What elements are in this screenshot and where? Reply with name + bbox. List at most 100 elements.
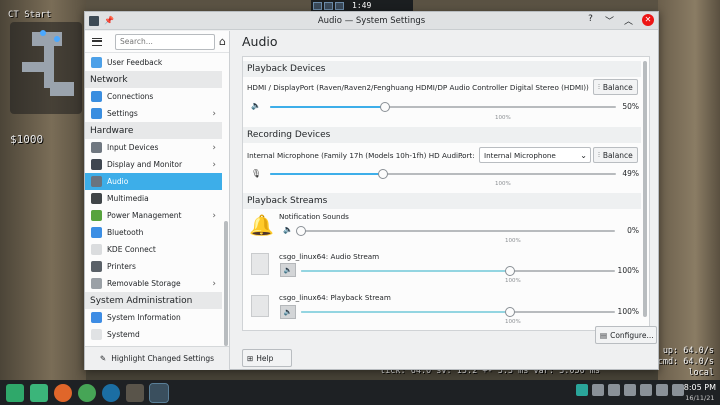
sidebar-item-label: Display and Monitor bbox=[107, 160, 183, 169]
taskbar-clock[interactable]: 8:05 PM 16/11/21 bbox=[684, 383, 716, 403]
port-label: Port: bbox=[458, 151, 475, 160]
sidebar-item-power-management[interactable]: Power Management › bbox=[85, 207, 222, 224]
port-select[interactable]: Internal Microphone ⌄ bbox=[479, 147, 591, 163]
speaker-icon[interactable]: 🔈 bbox=[251, 101, 261, 110]
search-input[interactable] bbox=[115, 33, 215, 50]
sidebar-item-display-and-monitor[interactable]: Display and Monitor › bbox=[85, 156, 222, 173]
sidebar-item-printers[interactable]: Printers bbox=[85, 258, 222, 275]
microphone-icon[interactable]: 🎙 bbox=[251, 169, 261, 178]
tray-volume-icon[interactable] bbox=[608, 384, 620, 396]
sidebar-item-connections[interactable]: Connections bbox=[85, 88, 222, 105]
sidebar-item-bluetooth[interactable]: Bluetooth bbox=[85, 224, 222, 241]
sidebar-item-user-feedback[interactable]: User Feedback bbox=[85, 54, 222, 71]
stream-volume-slider[interactable] bbox=[296, 226, 615, 236]
balance-icon: ⫶ bbox=[598, 150, 600, 159]
minimize-icon[interactable]: ﹀ bbox=[604, 14, 615, 27]
highlight-changed-settings-button[interactable]: ✎ Highlight Changed Settings bbox=[85, 346, 229, 370]
input-devices-icon bbox=[91, 142, 102, 153]
chevron-right-icon: › bbox=[212, 210, 216, 221]
tray-network-icon[interactable] bbox=[624, 384, 636, 396]
kde-connect-icon bbox=[91, 244, 102, 255]
stream-app-icon bbox=[251, 253, 269, 275]
audio-icon bbox=[91, 176, 102, 187]
stream-name: Notification Sounds bbox=[279, 212, 349, 221]
slider-handle[interactable] bbox=[380, 102, 391, 112]
multimedia-icon bbox=[91, 193, 102, 204]
close-icon[interactable]: ✕ bbox=[642, 14, 654, 26]
system-settings-task-icon[interactable] bbox=[149, 382, 169, 403]
sidebar-category: System Administration bbox=[85, 292, 222, 309]
stream-100-tick: 100% bbox=[505, 278, 521, 284]
browser-icon[interactable] bbox=[78, 383, 96, 402]
tray-screen-icon[interactable] bbox=[592, 384, 604, 396]
game-ct-start-label: CT Start bbox=[8, 10, 52, 20]
sidebar-item-label: Removable Storage bbox=[107, 279, 181, 288]
slider-handle[interactable] bbox=[505, 307, 516, 317]
sidebar-item-audio[interactable]: Audio bbox=[85, 173, 222, 190]
slider-handle[interactable] bbox=[378, 169, 389, 179]
sidebar-item-label: Systemd bbox=[107, 330, 140, 339]
playback-balance-button[interactable]: ⫶ Balance bbox=[593, 79, 638, 95]
sidebar-item-label: Bluetooth bbox=[107, 228, 144, 237]
chevron-right-icon: › bbox=[212, 142, 216, 153]
pager-icon[interactable] bbox=[313, 1, 322, 10]
sidebar-item-system-information[interactable]: System Information bbox=[85, 309, 222, 326]
slider-handle[interactable] bbox=[505, 266, 516, 276]
mute-icon[interactable]: 🔈 bbox=[280, 263, 296, 277]
home-icon[interactable]: ⌂ bbox=[219, 35, 226, 48]
playback-100-tick: 100% bbox=[495, 115, 511, 121]
display-and-monitor-icon bbox=[91, 159, 102, 170]
pager-icon[interactable] bbox=[335, 1, 344, 10]
steam-icon[interactable] bbox=[102, 383, 120, 402]
help-button[interactable]: ⊞ Help bbox=[242, 349, 292, 367]
sidebar-scrollbar[interactable] bbox=[224, 221, 228, 346]
app-launcher-icon[interactable] bbox=[6, 383, 24, 402]
tray-app-icon[interactable] bbox=[576, 384, 588, 396]
playback-streams-heading: Playback Streams bbox=[243, 193, 641, 209]
game-money: $1000 bbox=[10, 133, 44, 146]
content-scrollbar[interactable] bbox=[643, 61, 647, 317]
help-icon[interactable]: ? bbox=[585, 14, 596, 27]
titlebar[interactable]: 📌 Audio — System Settings ? ﹀ ︿ ✕ bbox=[85, 12, 658, 30]
mute-icon[interactable]: 🔈 bbox=[283, 225, 293, 234]
pager-icon[interactable] bbox=[324, 1, 333, 10]
recording-balance-button[interactable]: ⫶ Balance bbox=[593, 147, 638, 163]
playback-devices-heading: Playback Devices bbox=[243, 61, 641, 77]
stream-name: csgo_linux64: Audio Stream bbox=[279, 252, 380, 261]
chevron-right-icon: › bbox=[212, 278, 216, 289]
tray-clipboard-icon[interactable] bbox=[640, 384, 652, 396]
stream-volume-slider[interactable] bbox=[301, 307, 615, 317]
sidebar-category: Network bbox=[85, 71, 222, 88]
sidebar-item-label: Audio bbox=[107, 177, 129, 186]
playback-volume-slider[interactable] bbox=[270, 102, 616, 112]
sidebar-item-label: Settings bbox=[107, 109, 138, 118]
sidebar-item-systemd[interactable]: Systemd bbox=[85, 326, 222, 343]
tray-bluetooth-icon[interactable] bbox=[656, 384, 668, 396]
mute-icon[interactable]: 🔈 bbox=[280, 305, 296, 319]
connections-icon bbox=[91, 91, 102, 102]
firefox-icon[interactable] bbox=[54, 383, 72, 402]
stream-volume-value: 100% bbox=[617, 266, 639, 275]
stream-volume-slider[interactable] bbox=[301, 266, 615, 276]
sidebar-item-removable-storage[interactable]: Removable Storage › bbox=[85, 275, 222, 292]
user-feedback-icon bbox=[91, 57, 102, 68]
hamburger-menu-icon[interactable] bbox=[92, 37, 102, 46]
sidebar-item-settings[interactable]: Settings › bbox=[85, 105, 222, 122]
stream-100-tick: 100% bbox=[505, 238, 521, 244]
audio-content-panel: Playback Devices HDMI / DisplayPort (Rav… bbox=[242, 56, 650, 331]
chevron-down-icon: ⌄ bbox=[580, 150, 587, 160]
system-settings-window: 📌 Audio — System Settings ? ﹀ ︿ ✕ User F… bbox=[84, 11, 659, 370]
sidebar-item-label: User Feedback bbox=[107, 58, 163, 67]
maximize-icon[interactable]: ︿ bbox=[623, 14, 634, 27]
recording-volume-slider[interactable] bbox=[270, 169, 616, 179]
file-manager-icon[interactable] bbox=[30, 383, 48, 402]
sidebar-item-label: KDE Connect bbox=[107, 245, 156, 254]
slider-handle[interactable] bbox=[296, 226, 306, 236]
game-radar bbox=[10, 22, 82, 114]
sidebar-item-input-devices[interactable]: Input Devices › bbox=[85, 139, 222, 156]
tray-network-icon[interactable] bbox=[672, 384, 684, 396]
configure-button[interactable]: ▤ Configure... bbox=[595, 326, 657, 344]
sidebar-item-multimedia[interactable]: Multimedia bbox=[85, 190, 222, 207]
csgo-icon[interactable] bbox=[126, 383, 144, 402]
sidebar-item-kde-connect[interactable]: KDE Connect bbox=[85, 241, 222, 258]
